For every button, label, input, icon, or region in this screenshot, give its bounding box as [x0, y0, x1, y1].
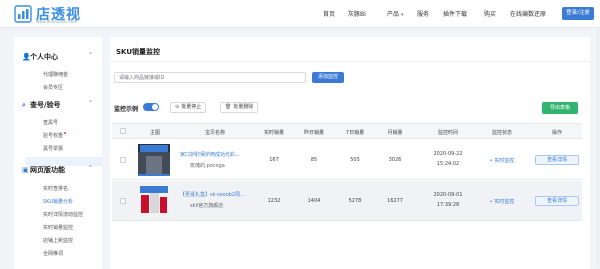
- shop-name: 玫瑰的,pocoga: [190, 163, 225, 169]
- brand-url: www.diantoushi.com: [36, 19, 78, 24]
- user-icon: 👤: [22, 53, 31, 61]
- product-title-link[interactable]: 【圣诞礼盒】sk-ssoob2周...: [180, 191, 245, 198]
- sidebar-item-keyword[interactable]: 全网推词: [43, 250, 63, 257]
- sidebar-item-check-black[interactable]: 查黑号: [43, 119, 58, 126]
- nav-huitun-bi[interactable]: 灰豚BI: [348, 9, 366, 18]
- top-navbar: 店透视 www.diantoushi.com 首页 灰豚BI 产品 ▾ 服务 插…: [0, 0, 600, 28]
- sidebar-group-web-features[interactable]: ▣网页版功能 ^: [22, 165, 93, 175]
- monitor-icon: ▣: [22, 166, 29, 174]
- chevron-up-icon: ^: [88, 165, 94, 172]
- column-header-status: 监控状态: [491, 130, 512, 136]
- sidebar-item-label: 验号权重: [43, 133, 64, 139]
- yesterday-sales: 85: [310, 157, 318, 163]
- toggle-knob: [152, 104, 158, 110]
- month-sales: 16277: [387, 198, 403, 204]
- nav-products-label: 产品: [387, 11, 400, 18]
- shop-name: skii官方旗舰店: [190, 203, 224, 209]
- sidebar-item-detail-flow[interactable]: 实时详情流动监控: [43, 211, 83, 218]
- nav-online-restore[interactable]: 在线编数还原: [510, 9, 546, 18]
- column-header-name: 宝贝名称: [204, 130, 225, 136]
- trash-icon: 🗑: [225, 104, 232, 110]
- monitor-date: 2020-09-01: [433, 192, 463, 198]
- column-header-time: 监控时间: [437, 130, 458, 136]
- column-header-image: 主图: [149, 130, 160, 136]
- status-badge: • 实时监控: [489, 199, 515, 205]
- yesterday-sales: 1404: [307, 198, 321, 204]
- table-header: 主图 宝贝名称 实时销量 昨日销量 7日销量 月销量 监控时间 监控状态 操作: [112, 123, 582, 139]
- sidebar-item-agent-commission[interactable]: 代理赚佣金: [43, 71, 68, 78]
- select-all-checkbox[interactable]: [120, 128, 126, 134]
- main-panel: SKU销量监控 添加监控 监控示例 ⊖批量停止 🗑批量删除 导出表格 主图 宝贝…: [110, 37, 590, 269]
- monitor-time: 17:39:28: [436, 202, 460, 208]
- column-header-month: 月销量: [387, 130, 403, 136]
- monitor-time: 15:24:02: [436, 161, 460, 167]
- table-row: 【圣诞礼盒】sk-ssoob2周... skii官方旗舰店 1232 1404 …: [112, 181, 582, 221]
- product-thumbnail: [138, 185, 170, 217]
- column-header-yesterday: 昨日销量: [303, 130, 324, 136]
- sidebar: 👤个人中心 ^ 代理赚佣金 会员专区 ⌕ 查号/验号 ^ 查黑号 验号权重 黑号举…: [14, 37, 102, 269]
- login-register-button[interactable]: 登录/注册: [562, 7, 594, 20]
- sidebar-group-personal[interactable]: 👤个人中心 ^: [22, 52, 93, 62]
- sidebar-group-label: 查号/验号: [30, 101, 61, 109]
- sidebar-item-report-black[interactable]: 黑号举报: [43, 145, 63, 152]
- search-input[interactable]: [114, 72, 306, 83]
- month-sales: 3026: [388, 157, 402, 163]
- bulk-stop-button[interactable]: ⊖ 批量停止: [170, 102, 207, 113]
- status-label: 实时监控: [494, 199, 515, 205]
- page-title: SKU销量监控: [116, 48, 161, 56]
- nav-products[interactable]: 产品 ▾: [387, 9, 403, 18]
- sidebar-item-verify-weight[interactable]: 验号权重: [43, 132, 67, 139]
- row-checkbox[interactable]: [120, 157, 126, 163]
- view-detail-button[interactable]: 查看详情: [535, 155, 579, 165]
- nav-plugin-download[interactable]: 插件下载: [443, 9, 467, 18]
- add-monitor-button[interactable]: 添加监控: [312, 72, 344, 83]
- monitor-toggle[interactable]: [143, 103, 159, 111]
- status-label: 实时监控: [494, 158, 515, 164]
- chevron-up-icon: ^: [88, 100, 94, 107]
- search-icon: ⌕: [22, 101, 26, 109]
- nav-home[interactable]: 首页: [323, 9, 335, 18]
- column-header-realtime: 实时销量: [263, 130, 284, 136]
- sidebar-item-member-zone[interactable]: 会员专区: [43, 84, 63, 91]
- realtime-sales: 1232: [267, 198, 281, 204]
- row-checkbox[interactable]: [120, 198, 126, 204]
- sidebar-group-label: 网页版功能: [30, 166, 65, 174]
- column-header-action: 操作: [551, 130, 562, 136]
- product-thumbnail: [138, 144, 170, 176]
- monitor-example-label: 监控示例: [114, 106, 139, 113]
- scrollbar[interactable]: [596, 28, 600, 267]
- logo[interactable]: 店透视 www.diantoushi.com: [14, 4, 124, 24]
- sidebar-item-realtime-rank[interactable]: 实时查排名: [43, 185, 68, 192]
- week-sales: 5278: [348, 198, 362, 204]
- status-badge: • 实时监控: [489, 158, 515, 164]
- logo-icon: [14, 5, 32, 23]
- product-title-link[interactable]: 家口护肘保护用成功光彩...: [180, 151, 240, 158]
- view-detail-button[interactable]: 查看详情: [535, 196, 579, 206]
- divider: [110, 61, 590, 62]
- bulk-delete-button[interactable]: 🗑 批量删除: [220, 102, 259, 113]
- monitor-date: 2020-09-22: [433, 151, 463, 157]
- sidebar-item-realtime-sales[interactable]: 实时销量监控: [43, 224, 73, 231]
- notification-dot: [64, 132, 67, 134]
- nav-purchase[interactable]: 购买: [484, 9, 496, 18]
- pause-icon: ⊖: [175, 104, 180, 110]
- sidebar-group-label: 个人中心: [30, 53, 58, 61]
- week-sales: 505: [350, 157, 360, 163]
- bulk-delete-label: 批量删除: [233, 104, 254, 110]
- sidebar-item-sku-analysis[interactable]: SKU销量分析: [43, 198, 73, 205]
- sidebar-group-check-account[interactable]: ⌕ 查号/验号 ^: [22, 100, 93, 110]
- chevron-down-icon: ▾: [400, 12, 404, 18]
- bulk-stop-label: 批量停止: [181, 104, 202, 110]
- column-header-week: 7日销量: [345, 130, 365, 136]
- chevron-up-icon: ^: [88, 52, 94, 59]
- sidebar-item-new-listing[interactable]: 店铺上新监控: [43, 237, 73, 244]
- table-row: 家口护肘保护用成功光彩... 玫瑰的,pocoga 167 85 505 302…: [112, 140, 582, 180]
- export-table-button[interactable]: 导出表格: [542, 102, 578, 114]
- nav-services[interactable]: 服务: [417, 9, 429, 18]
- realtime-sales: 167: [269, 157, 279, 163]
